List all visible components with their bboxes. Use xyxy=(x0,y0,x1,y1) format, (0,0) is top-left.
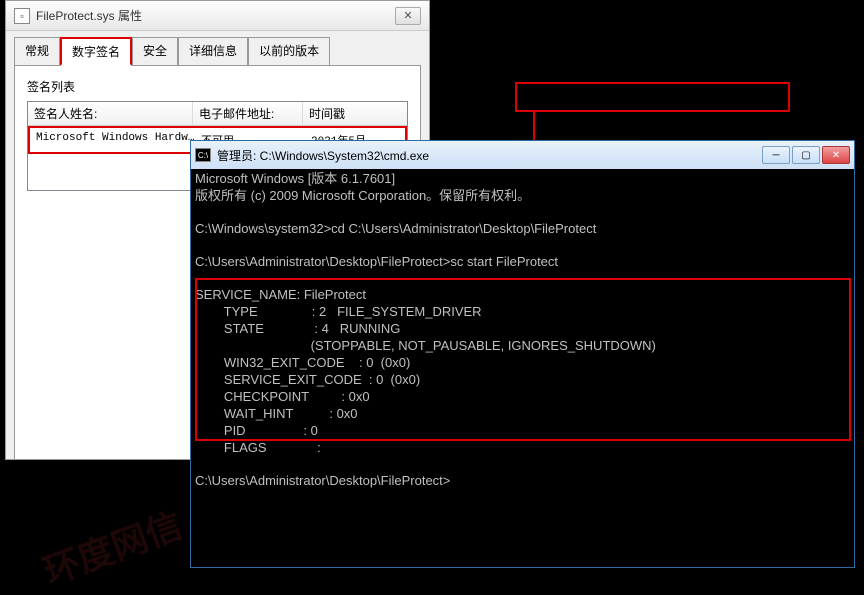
close-button[interactable]: ✕ xyxy=(395,7,421,25)
tab-bar: 常规 数字签名 安全 详细信息 以前的版本 xyxy=(6,31,429,65)
cmd-line: STATE : 4 RUNNING xyxy=(195,321,400,336)
properties-title: FileProtect.sys 属性 xyxy=(36,7,395,24)
cmd-line: (STOPPABLE, NOT_PAUSABLE, IGNORES_SHUTDO… xyxy=(195,338,656,353)
close-button[interactable]: ✕ xyxy=(822,146,850,164)
cmd-line: WIN32_EXIT_CODE : 0 (0x0) xyxy=(195,355,410,370)
signature-list-label: 签名列表 xyxy=(27,78,408,95)
minimize-button[interactable]: ─ xyxy=(762,146,790,164)
watermark: 环度网信 xyxy=(35,497,188,595)
tab-security[interactable]: 安全 xyxy=(132,37,178,65)
cmd-line: SERVICE_EXIT_CODE : 0 (0x0) xyxy=(195,372,420,387)
list-header: 签名人姓名: 电子邮件地址: 时间戳 xyxy=(28,102,407,126)
cmd-line: Microsoft Windows [版本 6.1.7601] xyxy=(195,171,395,186)
tab-previous-versions[interactable]: 以前的版本 xyxy=(248,37,330,65)
cmd-line: C:\Windows\system32>cd C:\Users\Administ… xyxy=(195,221,596,236)
file-icon: ▫ xyxy=(14,8,30,24)
annotation-box-target xyxy=(515,82,790,112)
cmd-line: FLAGS : xyxy=(195,440,321,455)
cmd-icon: C:\ xyxy=(195,148,211,162)
tab-digital-signature[interactable]: 数字签名 xyxy=(60,37,132,66)
cmd-titlebar[interactable]: C:\ 管理员: C:\Windows\System32\cmd.exe ─ ▢… xyxy=(191,141,854,169)
properties-titlebar[interactable]: ▫ FileProtect.sys 属性 ✕ xyxy=(6,1,429,31)
maximize-button[interactable]: ▢ xyxy=(792,146,820,164)
cmd-line: CHECKPOINT : 0x0 xyxy=(195,389,370,404)
cmd-line: PID : 0 xyxy=(195,423,318,438)
cell-signer: Microsoft Windows Hardw… xyxy=(30,130,195,150)
cmd-prompt: C:\Users\Administrator\Desktop\FileProte… xyxy=(195,473,450,488)
tab-details[interactable]: 详细信息 xyxy=(178,37,248,65)
col-email[interactable]: 电子邮件地址: xyxy=(193,102,303,125)
cmd-output[interactable]: Microsoft Windows [版本 6.1.7601] 版权所有 (c)… xyxy=(191,169,854,567)
cmd-line: WAIT_HINT : 0x0 xyxy=(195,406,358,421)
cmd-line: 版权所有 (c) 2009 Microsoft Corporation。保留所有… xyxy=(195,188,530,203)
cmd-line: SERVICE_NAME: FileProtect xyxy=(195,287,366,302)
col-timestamp[interactable]: 时间戳 xyxy=(303,102,407,125)
col-signer[interactable]: 签名人姓名: xyxy=(28,102,193,125)
cmd-window: C:\ 管理员: C:\Windows\System32\cmd.exe ─ ▢… xyxy=(190,140,855,568)
cmd-title: 管理员: C:\Windows\System32\cmd.exe xyxy=(217,147,762,164)
cmd-line: TYPE : 2 FILE_SYSTEM_DRIVER xyxy=(195,304,482,319)
tab-general[interactable]: 常规 xyxy=(14,37,60,65)
cmd-line: C:\Users\Administrator\Desktop\FileProte… xyxy=(195,254,558,269)
